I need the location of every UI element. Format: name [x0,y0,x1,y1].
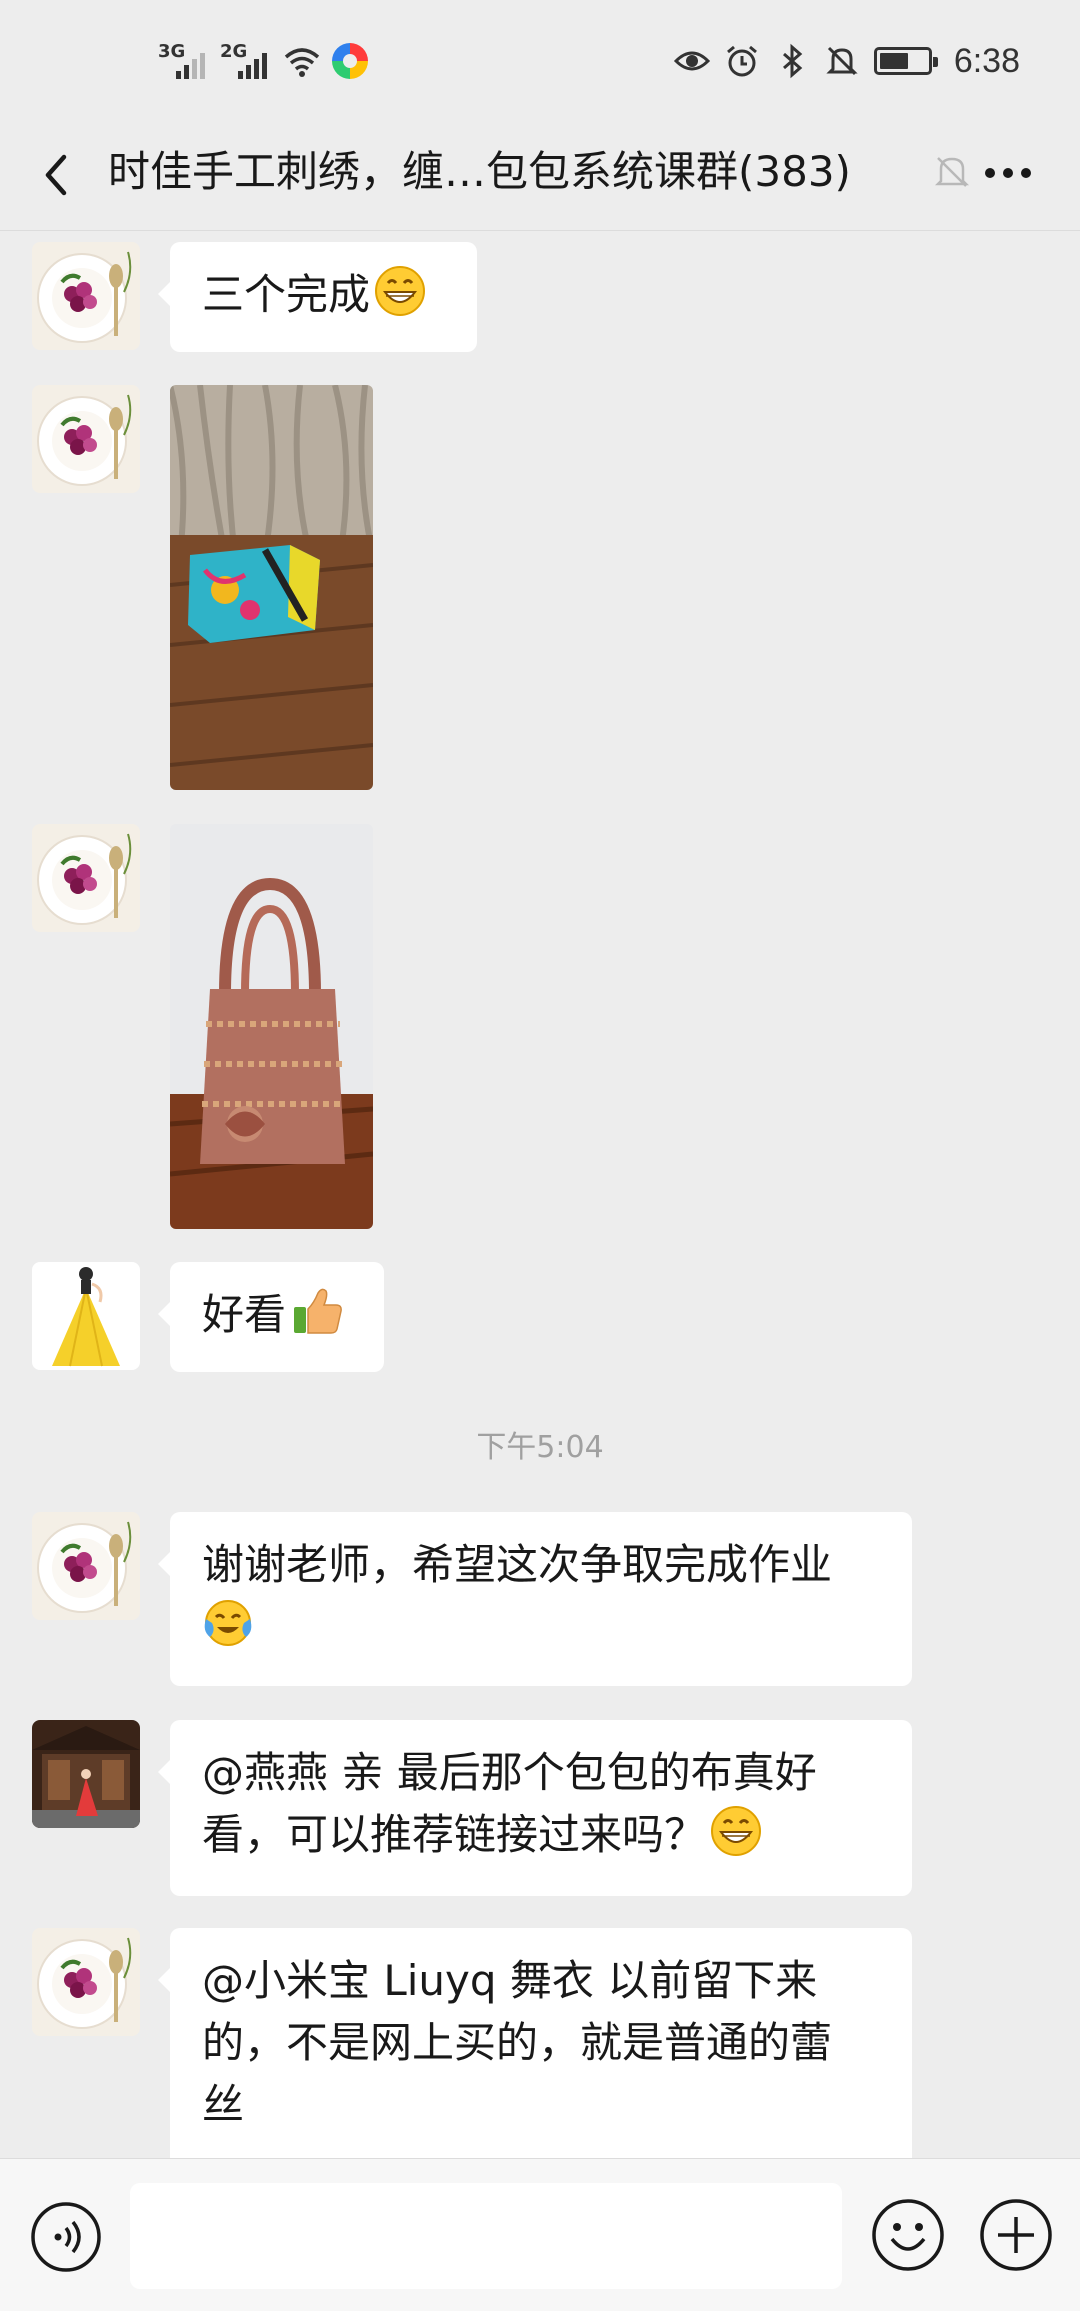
avatar[interactable] [32,242,140,350]
avatar[interactable] [32,824,140,932]
input-bar [0,2158,1080,2311]
alarm-icon [726,45,757,77]
message-bubble[interactable]: 三个完成 [158,242,477,352]
timestamp: 下午5:04 [476,1430,604,1465]
message-text: 三个完成 [202,270,371,319]
message-bubble[interactable]: @小米宝 Liuyq 舞衣 以前留下来 的，不是网上买的，就是普通的蕾 丝 [158,1928,912,2168]
bag-photo-teal[interactable] [170,385,373,790]
chat-title: 时佳手工刺绣，缠…包包系统课群(383) [108,147,851,196]
eye-icon [673,51,710,71]
grin-emoji-icon [710,1805,762,1857]
message-text-line: 的，不是网上买的，就是普通的蕾 [202,2018,833,2067]
message-text-line: @燕燕 亲 最后那个包包的布真好 [202,1748,817,1797]
message-text-line: @小米宝 Liuyq 舞衣 以前留下来 [202,1956,818,2005]
voice-icon[interactable] [30,2201,102,2273]
message-text-line: 谢谢老师，希望这次争取完成作业 [202,1540,833,1589]
tears-of-joy-emoji-icon [204,1600,252,1646]
cell-signal-1-icon: 3G [158,41,210,81]
avatar[interactable] [32,1928,140,2036]
message-bubble[interactable]: @燕燕 亲 最后那个包包的布真好 看，可以推荐链接过来吗？ [158,1720,912,1896]
clock: 6:38 [953,41,1020,80]
message-bubble[interactable]: 谢谢老师，希望这次争取完成作业 [158,1512,912,1686]
message-text-line: 丝 [202,2080,245,2129]
more-icon[interactable] [978,148,1038,198]
mute-bell-icon [934,157,970,187]
message-text: 好看 [202,1290,287,1339]
status-bar: 3G 2G 6:38 [0,0,1080,120]
avatar[interactable] [32,385,140,493]
header-divider [0,230,1080,231]
status-right: 6:38 [673,36,1020,86]
plus-icon[interactable] [978,2197,1054,2273]
bell-off-icon [826,46,858,76]
bluetooth-icon [782,43,803,79]
bag-photo-lace[interactable] [170,824,373,1229]
app-notification-icon [332,43,368,79]
cell-signal-2-icon: 2G [220,41,272,81]
thumbs-up-emoji-icon [294,1288,342,1334]
battery-icon [873,47,938,75]
chat-header: 时佳手工刺绣，缠…包包系统课群(383) [0,120,1080,230]
message-text-line: 看，可以推荐链接过来吗？ [202,1810,707,1859]
back-icon[interactable] [30,145,90,205]
wifi-icon [284,48,320,77]
message-input[interactable] [130,2183,842,2289]
avatar[interactable] [32,1720,140,1828]
status-left: 3G 2G [158,38,368,84]
message-bubble[interactable]: 好看 [158,1262,384,1372]
avatar[interactable] [32,1512,140,1620]
grin-emoji-icon [374,265,426,317]
emoji-icon[interactable] [870,2197,946,2273]
avatar[interactable] [32,1262,140,1370]
